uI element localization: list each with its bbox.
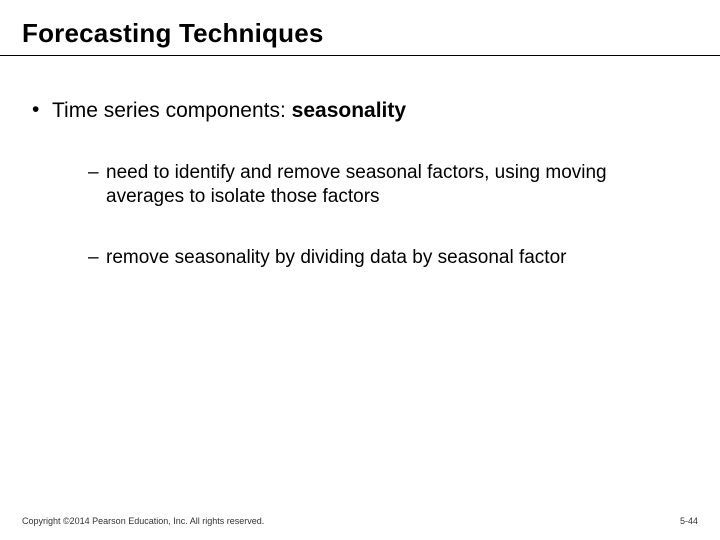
slide-title: Forecasting Techniques xyxy=(0,0,720,55)
slide-footer: Copyright ©2014 Pearson Education, Inc. … xyxy=(0,512,720,540)
bullet1-prefix: Time series components: xyxy=(52,99,292,122)
bullet-level1: • Time series components: seasonality xyxy=(32,98,688,125)
bullet-level2-text: need to identify and remove seasonal fac… xyxy=(106,161,688,210)
page-number: 5-44 xyxy=(680,516,698,526)
bullet-level2-text: remove seasonality by dividing data by s… xyxy=(106,246,688,270)
slide-body: • Time series components: seasonality – … xyxy=(0,56,720,270)
dash-icon: – xyxy=(88,246,106,270)
bullet-level2: – need to identify and remove seasonal f… xyxy=(88,161,688,210)
copyright-text: Copyright ©2014 Pearson Education, Inc. … xyxy=(22,516,264,526)
dash-icon: – xyxy=(88,161,106,210)
bullet-dot-icon: • xyxy=(32,97,52,124)
bullet-level2: – remove seasonality by dividing data by… xyxy=(88,246,688,270)
bullet-level1-text: Time series components: seasonality xyxy=(52,98,688,125)
bullet1-bold: seasonality xyxy=(292,99,406,122)
slide: Forecasting Techniques • Time series com… xyxy=(0,0,720,540)
